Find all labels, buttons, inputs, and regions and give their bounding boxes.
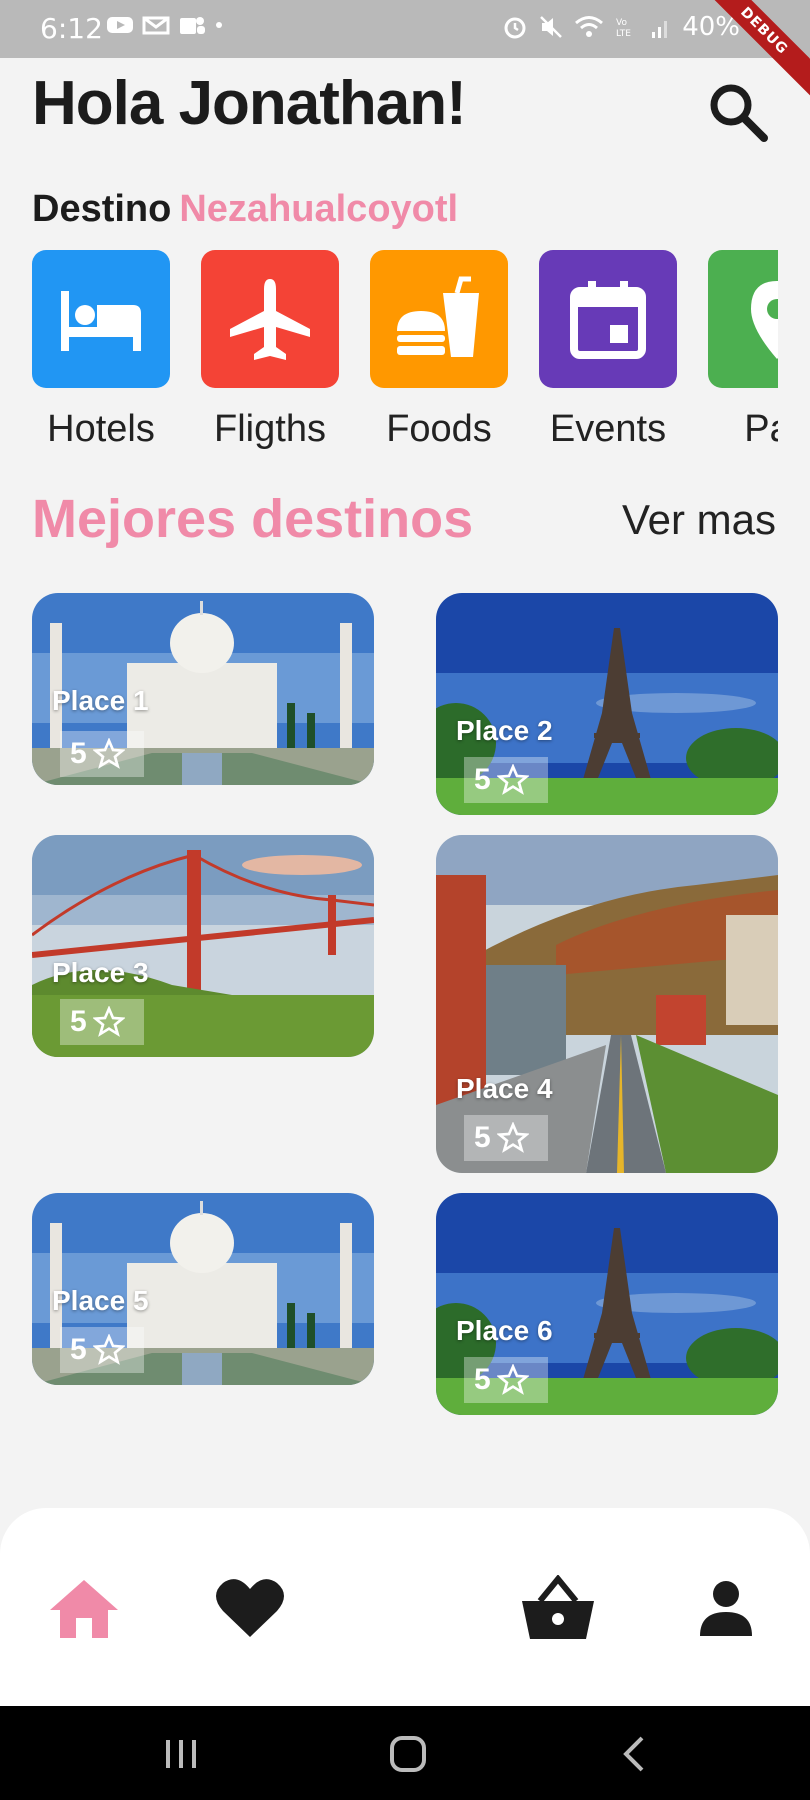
category-label: Foods: [386, 408, 492, 450]
place-card[interactable]: Place 5 5: [32, 1193, 374, 1385]
see-more-link[interactable]: Ver mas: [622, 496, 776, 544]
svg-text:LTE: LTE: [616, 29, 631, 39]
heart-icon: [216, 1579, 284, 1637]
wifi-icon: [575, 16, 604, 37]
place-card[interactable]: Place 2 5: [436, 593, 778, 815]
rating-badge: 5: [464, 1115, 548, 1161]
place-card[interactable]: Place 4 5: [436, 835, 778, 1173]
airplane-icon: [230, 279, 310, 360]
rating-badge: 5: [464, 757, 548, 803]
bottom-nav: [0, 1508, 810, 1706]
category-list: Hotels Fligths Foods Events P: [32, 250, 778, 460]
back-icon[interactable]: [610, 1732, 660, 1776]
place-card[interactable]: Place 1 5: [32, 593, 374, 785]
destination-line: Destino Nezahualcoyotl: [32, 188, 458, 231]
home-system-icon[interactable]: [383, 1732, 433, 1776]
star-outline-icon: [92, 738, 125, 769]
svg-text:Vo: Vo: [616, 18, 627, 28]
category-packages[interactable]: Pac: [708, 250, 778, 451]
star-outline-icon: [92, 1006, 125, 1037]
category-flights[interactable]: Fligths: [201, 250, 339, 451]
star-outline-icon: [496, 1364, 529, 1395]
nav-home[interactable]: [44, 1568, 124, 1648]
status-bar: 6:12 Vo LTE 40% DEBUG: [0, 0, 810, 97]
basket-icon: [522, 1575, 594, 1639]
rating-badge: 5: [464, 1357, 548, 1403]
place-card[interactable]: Place 3 5: [32, 835, 374, 1057]
bed-icon: [61, 291, 141, 351]
mute-icon: [540, 16, 563, 38]
nav-profile[interactable]: [686, 1568, 766, 1648]
person-icon: [700, 1581, 752, 1636]
star-outline-icon: [496, 764, 529, 795]
nav-favorites[interactable]: [210, 1568, 290, 1648]
star-outline-icon: [92, 1334, 125, 1365]
rating-badge: 5: [60, 731, 144, 777]
place-name: Place 2: [456, 715, 553, 746]
rating-badge: 5: [60, 999, 144, 1045]
dot-icon: [216, 22, 222, 28]
system-nav-bar: [0, 1706, 810, 1800]
calendar-icon: [570, 281, 646, 359]
place-name: Place 3: [52, 957, 149, 988]
gmail-icon: [142, 16, 170, 35]
category-label: Fligths: [214, 408, 326, 450]
rating-value: 5: [474, 1363, 491, 1396]
place-name: Place 4: [456, 1073, 553, 1104]
category-label: Pac: [744, 408, 778, 450]
greeting-title: Hola Jonathan!: [32, 69, 467, 138]
category-foods[interactable]: Foods: [370, 250, 508, 451]
category-label: Hotels: [47, 408, 155, 450]
map-pin-icon: [751, 281, 778, 359]
teams-icon: [180, 17, 205, 34]
rating-value: 5: [70, 1333, 87, 1366]
place-card[interactable]: Place 6 5: [436, 1193, 778, 1415]
place-name: Place 1: [52, 685, 149, 716]
nav-cart[interactable]: [518, 1568, 598, 1648]
category-label: Events: [549, 408, 667, 450]
destination-label: Destino: [32, 188, 172, 230]
volte-icon: VoLTE: [616, 18, 631, 39]
alarm-icon: [504, 17, 526, 39]
section-title: Mejores destinos: [32, 489, 474, 549]
rating-value: 5: [474, 1121, 491, 1154]
home-icon: [50, 1580, 118, 1638]
search-icon[interactable]: [704, 78, 770, 144]
rating-value: 5: [474, 763, 491, 796]
signal-icon: [652, 21, 668, 38]
rating-value: 5: [70, 1005, 87, 1038]
place-name: Place 5: [52, 1285, 149, 1316]
fastfood-icon: [397, 276, 479, 357]
status-time: 6:12: [40, 12, 103, 45]
destination-city[interactable]: Nezahualcoyotl: [179, 188, 458, 230]
place-name: Place 6: [456, 1315, 553, 1346]
rating-badge: 5: [60, 1327, 144, 1373]
category-hotels[interactable]: Hotels: [32, 250, 170, 451]
recents-icon[interactable]: [156, 1732, 206, 1776]
star-outline-icon: [496, 1122, 529, 1153]
youtube-icon: [107, 17, 133, 33]
category-events[interactable]: Events: [539, 250, 677, 451]
rating-value: 5: [70, 737, 87, 770]
